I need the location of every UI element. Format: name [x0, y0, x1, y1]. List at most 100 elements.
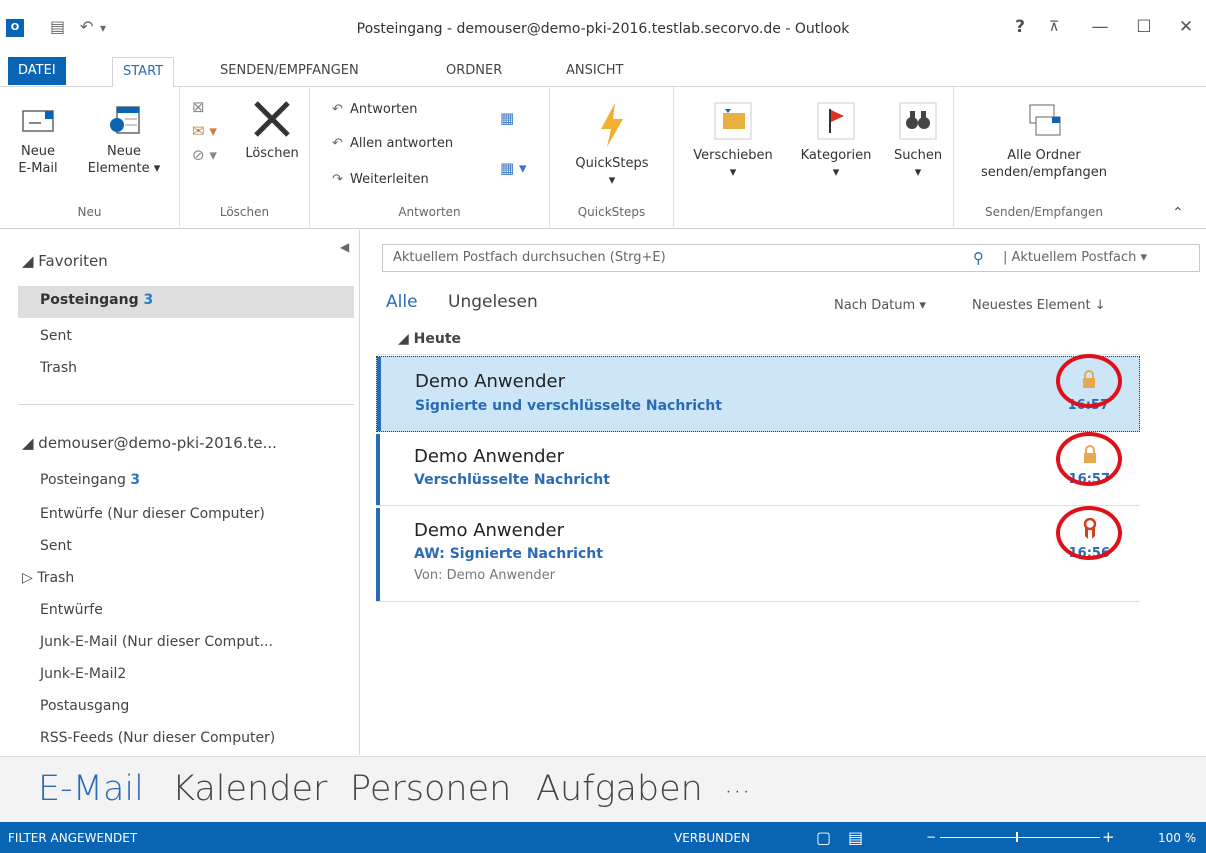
- tab-file[interactable]: DATEI: [8, 57, 66, 85]
- mode-mail[interactable]: E-Mail: [38, 769, 144, 809]
- search-people-label: Suchen: [893, 148, 943, 163]
- junk-icon[interactable]: ⊘ ▾: [192, 143, 217, 167]
- favorites-header[interactable]: ◢ Favoriten: [22, 252, 108, 270]
- maximize-button[interactable]: ☐: [1128, 14, 1160, 40]
- normal-view-icon[interactable]: ▢: [816, 828, 831, 847]
- account-header[interactable]: ◢ demouser@demo-pki-2016.te...: [22, 434, 277, 452]
- group-header-today-label: ◢ Heute: [398, 331, 462, 347]
- fav-trash[interactable]: Trash: [40, 360, 77, 376]
- quicksteps-button[interactable]: QuickSteps ▾: [560, 101, 664, 189]
- ribbon-options-button[interactable]: ⊼: [1038, 14, 1070, 40]
- tab-start[interactable]: START: [112, 57, 175, 88]
- search-box[interactable]: Aktuellem Postfach durchsuchen (Strg+E) …: [382, 244, 1200, 272]
- zoom-slider-thumb[interactable]: [1016, 832, 1018, 842]
- fav-inbox-count: 3: [143, 292, 154, 308]
- reading-view-icon[interactable]: ▤: [848, 828, 863, 847]
- more-modes-button[interactable]: ···: [724, 775, 751, 808]
- reply-all-label: Allen antworten: [350, 136, 454, 151]
- group-send-receive-label: Senden/Empfangen: [985, 205, 1103, 219]
- acct-rss[interactable]: RSS-Feeds (Nur dieser Computer): [40, 730, 275, 746]
- group-delete: ⊠ ✉ ▾ ⊘ ▾ Löschen Löschen: [180, 87, 310, 227]
- categorize-button[interactable]: Kategorien ▾: [788, 101, 884, 181]
- collapse-folder-pane-icon[interactable]: ◀: [340, 240, 349, 254]
- search-scope-dropdown[interactable]: | Aktuellem Postfach ▾: [1003, 250, 1147, 265]
- sort-by-dropdown[interactable]: Nach Datum ▾: [834, 298, 926, 313]
- acct-outbox[interactable]: Postausgang: [40, 698, 129, 714]
- group-delete-label: Löschen: [219, 205, 270, 219]
- filter-unread[interactable]: Ungelesen: [448, 292, 538, 312]
- cleanup-icon[interactable]: ✉ ▾: [192, 119, 217, 143]
- zoom-slider-track[interactable]: [940, 837, 1100, 838]
- message-from-preview: Von: Demo Anwender: [414, 568, 555, 583]
- forward-icon: ↷: [332, 172, 343, 187]
- group-respond: ↶ Antworten ↶ Allen antworten ↷ Weiterleite…: [310, 87, 550, 227]
- acct-junk-local[interactable]: Junk-E-Mail (Nur dieser Comput...: [40, 634, 273, 650]
- message-sender: Demo Anwender: [415, 371, 566, 392]
- zoom-in-icon[interactable]: +: [1102, 828, 1115, 846]
- filter-all[interactable]: Alle: [386, 292, 418, 312]
- move-label: Verschieben: [693, 148, 773, 163]
- title-bar: O ▤ ↶ ▾ Posteingang - demouser@demo-pki-…: [0, 0, 1206, 50]
- group-send-receive: Alle Ordner senden/empfangen Senden/Empf…: [954, 87, 1134, 227]
- search-people-button[interactable]: Suchen ▾: [884, 101, 952, 181]
- group-header-today[interactable]: ◢ Heute: [376, 322, 1140, 355]
- message-unread-bar: [376, 434, 380, 505]
- status-connected: VERBUNDEN: [674, 831, 750, 845]
- forward-label: Weiterleiten: [350, 172, 429, 187]
- message-row[interactable]: Demo Anwender AW: Signierte Nachricht Vo…: [376, 508, 1140, 602]
- collapse-ribbon-icon[interactable]: ⌃: [1172, 205, 1184, 221]
- reply-button[interactable]: ↶ Antworten: [332, 99, 418, 121]
- tab-folder[interactable]: ORDNER: [436, 57, 512, 87]
- message-unread-bar: [376, 508, 380, 601]
- more-respond-icon[interactable]: ▦ ▾: [500, 159, 526, 177]
- module-switcher: E-Mail Kalender Personen Aufgaben ···: [0, 756, 1206, 822]
- sort-order-toggle[interactable]: Neuestes Element ↓: [972, 298, 1106, 313]
- quicksteps-label: QuickSteps: [575, 156, 649, 171]
- new-email-button[interactable]: Neue E-Mail: [12, 103, 64, 177]
- new-items-icon: [110, 106, 140, 134]
- send-receive-label-2: senden/empfangen: [980, 165, 1108, 180]
- fav-inbox[interactable]: Posteingang 3: [40, 292, 153, 308]
- group-respond-label: Antworten: [398, 205, 461, 219]
- new-email-label-2: E-Mail: [18, 161, 58, 176]
- delete-x-icon: [254, 101, 290, 137]
- message-unread-bar: [377, 357, 381, 431]
- group-quicksteps-label: QuickSteps: [577, 205, 646, 219]
- tab-send-receive[interactable]: SENDEN/EMPFANGEN: [210, 57, 369, 87]
- reply-all-button[interactable]: ↶ Allen antworten: [332, 133, 453, 155]
- folder-pane: ◀ ◢ Favoriten Posteingang 3 Sent Trash ◢…: [0, 230, 360, 755]
- forward-button[interactable]: ↷ Weiterleiten: [332, 169, 429, 191]
- message-row[interactable]: Demo Anwender Signierte und verschlüssel…: [376, 356, 1140, 432]
- new-email-label-1: Neue: [21, 144, 55, 159]
- help-button[interactable]: ?: [1004, 14, 1036, 40]
- zoom-level[interactable]: 100 %: [1158, 831, 1196, 845]
- mode-calendar[interactable]: Kalender: [172, 769, 327, 809]
- acct-junk2[interactable]: Junk-E-Mail2: [40, 666, 126, 682]
- close-button[interactable]: ✕: [1170, 14, 1202, 40]
- search-input[interactable]: Aktuellem Postfach durchsuchen (Strg+E): [393, 250, 666, 265]
- move-button[interactable]: Verschieben ▾: [682, 101, 784, 181]
- highlight-ring: [1056, 506, 1122, 560]
- acct-trash[interactable]: ▷ Trash: [22, 570, 74, 586]
- send-receive-all-button[interactable]: Alle Ordner senden/empfangen: [964, 101, 1124, 181]
- acct-sent[interactable]: Sent: [40, 538, 72, 554]
- fav-sent[interactable]: Sent: [40, 328, 72, 344]
- zoom-out-icon[interactable]: −: [926, 830, 936, 844]
- minimize-button[interactable]: —: [1084, 14, 1116, 40]
- send-receive-label-1: Alle Ordner: [1007, 148, 1081, 163]
- ignore-icon[interactable]: ⊠: [192, 95, 217, 119]
- tab-view[interactable]: ANSICHT: [556, 57, 634, 87]
- meeting-reply-icon[interactable]: ▦: [500, 109, 514, 127]
- message-row[interactable]: Demo Anwender Verschlüsselte Nachricht 1…: [376, 434, 1140, 506]
- acct-drafts[interactable]: Entwürfe: [40, 602, 103, 618]
- fav-inbox-label: Posteingang: [40, 292, 139, 308]
- new-items-label-1: Neue: [107, 144, 141, 159]
- delete-button[interactable]: Löschen: [240, 99, 304, 162]
- acct-drafts-local[interactable]: Entwürfe (Nur dieser Computer): [40, 506, 265, 522]
- search-icon[interactable]: ⚲: [973, 249, 984, 267]
- new-items-button[interactable]: Neue Elemente ▾: [82, 103, 166, 177]
- status-bar: FILTER ANGEWENDET VERBUNDEN ▢ ▤ − + 100 …: [0, 822, 1206, 853]
- mode-people[interactable]: Personen: [350, 769, 511, 809]
- acct-inbox[interactable]: Posteingang 3: [40, 472, 140, 488]
- mode-tasks[interactable]: Aufgaben: [536, 769, 703, 809]
